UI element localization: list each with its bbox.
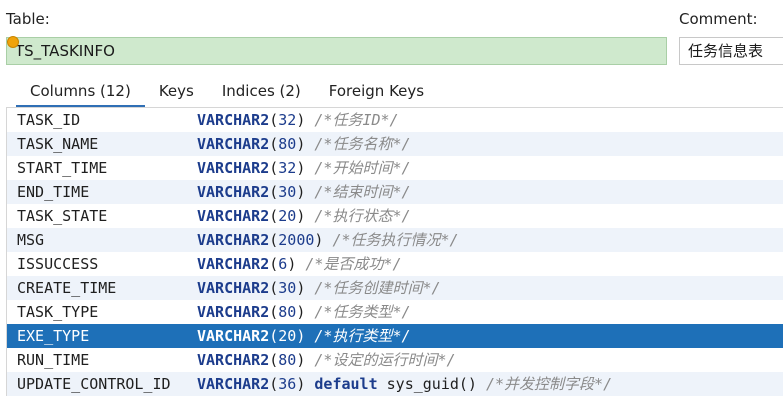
column-type: VARCHAR2: [197, 375, 270, 393]
column-size: 80: [278, 351, 297, 369]
column-type: VARCHAR2: [197, 159, 270, 177]
column-row[interactable]: END_TIME VARCHAR2(30) /*结束时间*/: [7, 180, 783, 204]
comment-label: Comment:: [679, 10, 758, 28]
tab-foreign-keys[interactable]: Foreign Keys: [315, 78, 438, 108]
column-comment: /*任务名称*/: [314, 135, 411, 153]
column-comment: /*并发控制字段*/: [486, 375, 613, 393]
column-name: START_TIME: [17, 159, 108, 177]
column-comment: /*设定的运行时间*/: [314, 351, 456, 369]
comment-input[interactable]: 任务信息表: [679, 37, 783, 65]
column-comment: /*结束时间*/: [314, 183, 411, 201]
column-row[interactable]: CREATE_TIME VARCHAR2(30) /*任务创建时间*/: [7, 276, 783, 300]
column-comment: /*是否成功*/: [305, 255, 402, 273]
column-type: VARCHAR2: [197, 327, 270, 345]
column-row[interactable]: TASK_STATE VARCHAR2(20) /*执行状态*/: [7, 204, 783, 228]
column-row[interactable]: MSG VARCHAR2(2000) /*任务执行情况*/: [7, 228, 783, 252]
columns-grid[interactable]: TASK_ID VARCHAR2(32) /*任务ID*/TASK_NAME VAR…: [6, 108, 783, 396]
tab-columns[interactable]: Columns (12): [16, 78, 145, 108]
column-row[interactable]: TASK_TYPE VARCHAR2(80) /*任务类型*/: [7, 300, 783, 324]
column-type: VARCHAR2: [197, 279, 270, 297]
column-default-value: sys_guid(): [386, 375, 477, 393]
column-default-keyword: default: [314, 375, 378, 393]
column-size: 20: [278, 327, 297, 345]
tab-keys[interactable]: Keys: [145, 78, 208, 108]
column-type: VARCHAR2: [197, 351, 270, 369]
tab-strip: Columns (12) Keys Indices (2) Foreign Keys: [16, 78, 438, 108]
column-size: 32: [278, 111, 297, 129]
column-name: MSG: [17, 231, 45, 249]
column-row[interactable]: TASK_NAME VARCHAR2(80) /*任务名称*/: [7, 132, 783, 156]
column-row[interactable]: RUN_TIME VARCHAR2(80) /*设定的运行时间*/: [7, 348, 783, 372]
column-comment: /*开始时间*/: [314, 159, 411, 177]
column-name: TASK_TYPE: [17, 303, 99, 321]
column-comment: /*任务创建时间*/: [314, 279, 441, 297]
column-name: END_TIME: [17, 183, 90, 201]
column-row[interactable]: START_TIME VARCHAR2(32) /*开始时间*/: [7, 156, 783, 180]
column-type: VARCHAR2: [197, 303, 270, 321]
column-size: 80: [278, 135, 297, 153]
column-row[interactable]: ISSUCCESS VARCHAR2(6) /*是否成功*/: [7, 252, 783, 276]
column-type: VARCHAR2: [197, 255, 270, 273]
column-name: TASK_NAME: [17, 135, 99, 153]
caret-marker-icon: [7, 36, 19, 48]
column-type: VARCHAR2: [197, 183, 270, 201]
column-row[interactable]: UPDATE_CONTROL_ID VARCHAR2(36) default sy…: [7, 372, 783, 396]
column-name: CREATE_TIME: [17, 279, 117, 297]
column-size: 32: [278, 159, 297, 177]
column-name: UPDATE_CONTROL_ID: [17, 375, 171, 393]
column-comment: /*执行状态*/: [314, 207, 411, 225]
table-name-input[interactable]: TS_TASKINFO: [6, 37, 667, 65]
table-label: Table:: [6, 10, 50, 28]
column-row[interactable]: TASK_ID VARCHAR2(32) /*任务ID*/: [7, 108, 783, 132]
tab-indices[interactable]: Indices (2): [208, 78, 315, 108]
column-type: VARCHAR2: [197, 207, 270, 225]
column-size: 30: [278, 183, 297, 201]
column-size: 80: [278, 303, 297, 321]
column-size: 30: [278, 279, 297, 297]
column-name: ISSUCCESS: [17, 255, 99, 273]
column-size: 6: [278, 255, 288, 273]
column-type: VARCHAR2: [197, 111, 270, 129]
column-name: TASK_ID: [17, 111, 81, 129]
column-comment: /*任务执行情况*/: [332, 231, 459, 249]
column-type: VARCHAR2: [197, 135, 270, 153]
column-name: TASK_STATE: [17, 207, 108, 225]
column-type: VARCHAR2: [197, 231, 270, 249]
column-comment: /*任务ID*/: [314, 111, 399, 129]
column-comment: /*执行类型*/: [314, 327, 411, 345]
column-size: 36: [278, 375, 297, 393]
column-size: 20: [278, 207, 297, 225]
column-row[interactable]: EXE_TYPE VARCHAR2(20) /*执行类型*/: [7, 324, 783, 348]
column-name: RUN_TIME: [17, 351, 90, 369]
column-size: 2000: [278, 231, 315, 249]
column-comment: /*任务类型*/: [314, 303, 411, 321]
column-name: EXE_TYPE: [17, 327, 90, 345]
